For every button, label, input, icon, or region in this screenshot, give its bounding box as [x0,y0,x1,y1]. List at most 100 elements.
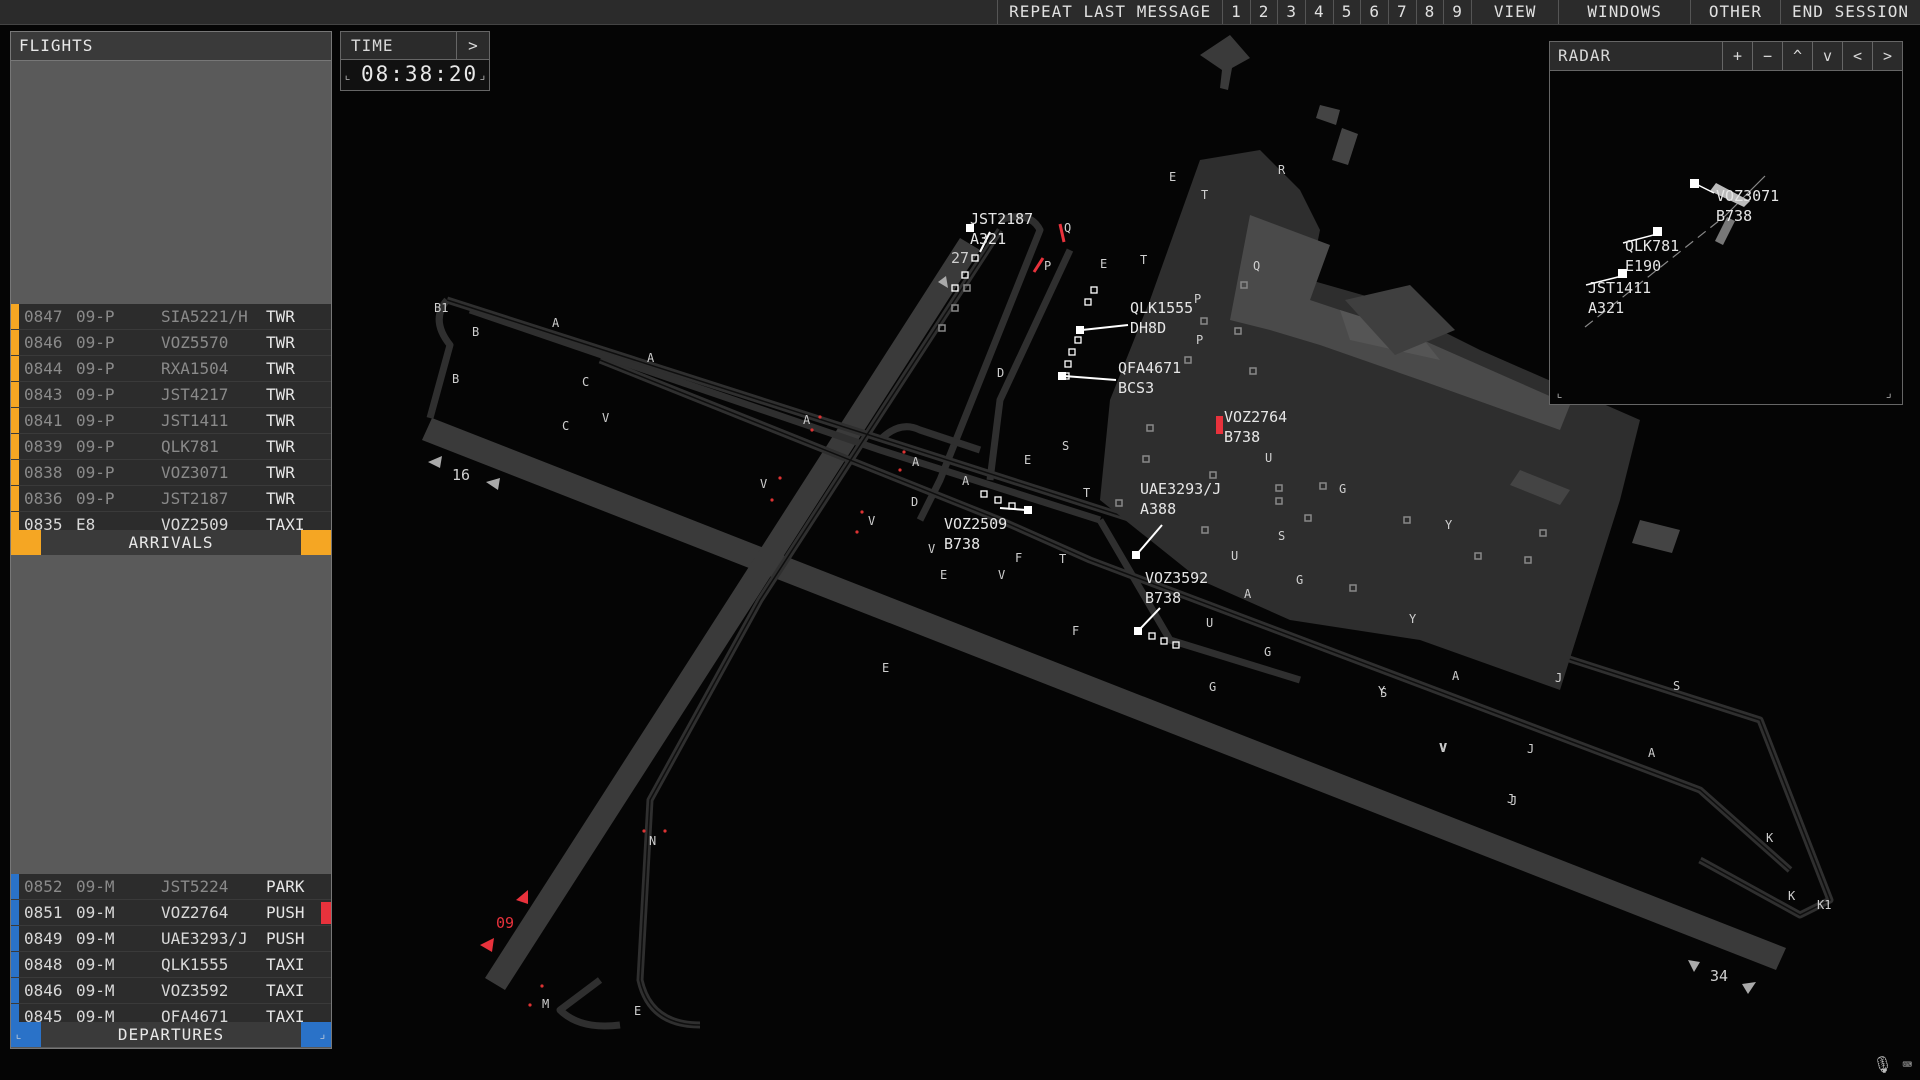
radar-track[interactable]: QLK781 E190 [1622,227,1679,275]
flight-runway: 09-P [76,437,115,456]
frequency-8-button[interactable]: 8 [1415,0,1444,24]
flight-strip-color-bar [11,900,19,925]
alert-flag [321,902,331,924]
taxiway-label: Y [1445,518,1453,532]
aircraft-symbol-icon[interactable] [1132,551,1140,559]
departures-header[interactable]: DEPARTURES ⌞ ⌟ [11,1022,331,1047]
alert-marker [1032,257,1045,273]
frequency-6-button[interactable]: 6 [1360,0,1388,24]
taxiway-label: B1 [434,301,448,315]
frequency-7-button[interactable]: 7 [1387,0,1416,24]
flight-runway: 09-P [76,489,115,508]
frequency-2-button[interactable]: 2 [1249,0,1278,24]
radar-target-icon[interactable] [1690,179,1699,188]
flight-strip-row[interactable]: 0841 09-P JST1411 TWR [11,408,331,434]
taxiway-label: V [602,411,609,425]
flight-time: 0851 [24,903,63,922]
flight-strip-color-bar [11,330,19,355]
resize-handle-icon[interactable]: ⌞ [15,1022,23,1047]
repeat-last-message-button[interactable]: REPEAT LAST MESSAGE [997,0,1222,24]
resize-handle-icon[interactable]: ⌞ [344,68,351,82]
flight-strip-row[interactable]: 0852 09-M JST5224 PARK [11,874,331,900]
flight-runway: 09-M [76,877,115,896]
radar-pan-right-button[interactable]: > [1872,42,1902,70]
aircraft-symbol-icon[interactable] [1058,372,1066,380]
microphone-icon[interactable]: 🎙 [1872,1055,1892,1074]
view-menu-button[interactable]: VIEW [1470,0,1559,24]
frequency-3-button[interactable]: 3 [1277,0,1305,24]
taxiway-label: A [647,351,655,365]
frequency-1-button[interactable]: 1 [1222,0,1250,24]
flight-strip-row[interactable]: 0849 09-M UAE3293/J PUSH [11,926,331,952]
flight-strip-row[interactable]: 0846 09-P VOZ5570 TWR [11,330,331,356]
runway-label: 34 [1710,967,1728,985]
radar-track[interactable]: VOZ3071 B738 [1690,179,1779,225]
flight-callsign: VOZ2764 [161,903,229,922]
flight-strip-color-bar [11,408,19,433]
flights-panel: FLIGHTS 0847 09-P SIA5221/H TWR 0846 09-P VOZ5… [10,31,332,1049]
frequency-5-button[interactable]: 5 [1332,0,1361,24]
radar-pan-up-button[interactable]: ^ [1782,42,1812,70]
other-menu-button[interactable]: OTHER [1689,0,1780,24]
taxiway-label: A [912,455,920,469]
flight-strip-row[interactable]: 0851 09-M VOZ2764 PUSH [11,900,331,926]
aircraft-type: A321 [970,230,1006,248]
radar-zoom-in-button[interactable]: + [1722,42,1752,70]
departures-list: 0852 09-M JST5224 PARK 0851 09-M VOZ2764 PUSH 08… [11,874,331,1030]
flight-status: TWR [266,411,295,430]
radar-pan-left-button[interactable]: < [1842,42,1872,70]
resize-handle-icon[interactable]: ⌟ [479,68,486,82]
aircraft-symbol-icon[interactable] [1216,416,1223,434]
radar-track[interactable]: JST1411 A321 [1585,269,1651,317]
end-session-button[interactable]: END SESSION [1780,0,1920,24]
arrivals-header[interactable]: ARRIVALS [11,530,331,555]
flight-strip-row[interactable]: 0838 09-P VOZ3071 TWR [11,460,331,486]
leader-line [999,507,1027,511]
time-panel: TIME > ⌞ 08:38:20 ⌟ [340,31,490,91]
radar-scope[interactable]: VOZ3071 B738 QLK781 E190 JST1411 A321 ⌞ ⌟ [1550,71,1902,403]
aircraft-callsign: VOZ3592 [1145,569,1208,587]
radar-target-icon[interactable] [1618,269,1627,278]
building [1332,128,1358,165]
frequency-4-button[interactable]: 4 [1305,0,1333,24]
windows-menu-button[interactable]: WINDOWS [1558,0,1689,24]
flight-strip-color-bar [11,874,19,899]
taxiway-label: A [1244,587,1252,601]
flight-strip-row[interactable]: 0846 09-M VOZ3592 TAXI [11,978,331,1004]
radar-callsign: JST1411 [1588,279,1651,297]
flight-strip-row[interactable]: 0848 09-M QLK1555 TAXI [11,952,331,978]
taxiway-label: R [1278,163,1286,177]
taxiway-label: K1 [1817,898,1831,912]
taxiway-label: G [1296,573,1303,587]
flight-strip-row[interactable]: 0844 09-P RXA1504 TWR [11,356,331,382]
aircraft-symbol-icon[interactable] [1024,506,1032,514]
flight-strip-row[interactable]: 0839 09-P QLK781 TWR [11,434,331,460]
resize-handle-icon[interactable]: ⌟ [319,1022,327,1047]
flight-strip-row[interactable]: 0836 09-P JST2187 TWR [11,486,331,512]
time-expand-button[interactable]: > [456,32,489,59]
radar-zoom-out-button[interactable]: − [1752,42,1782,70]
resize-handle-icon[interactable]: ⌟ [1885,386,1892,400]
resize-handle-icon[interactable]: ⌞ [1556,386,1563,400]
taxiway-label: D [997,366,1004,380]
track-history-dot [1148,632,1156,640]
radar-callsign: VOZ3071 [1716,187,1779,205]
taxiway-label: Q [1253,259,1260,273]
simulation-clock: 08:38:20 [361,62,479,86]
top-menu-bar: REPEAT LAST MESSAGE 1 2 3 4 5 6 7 8 9 VI… [0,0,1920,25]
flights-panel-title: FLIGHTS [11,32,331,61]
taxiway-label: V [998,568,1005,582]
flight-callsign: JST2187 [161,489,229,508]
keyboard-icon[interactable]: ⌨ [1902,1055,1912,1074]
aircraft-callsign: QFA4671 [1118,359,1181,377]
flight-strip-row[interactable]: 0843 09-P JST4217 TWR [11,382,331,408]
flight-time: 0841 [24,411,63,430]
flight-strip-color-bar [11,952,19,977]
aircraft-symbol-icon[interactable] [1076,326,1084,334]
radar-target-icon[interactable] [1653,227,1662,236]
flight-strip-row[interactable]: 0847 09-P SIA5221/H TWR [11,304,331,330]
flight-callsign: JST5224 [161,877,229,896]
radar-pan-down-button[interactable]: v [1812,42,1842,70]
frequency-9-button[interactable]: 9 [1443,0,1471,24]
aircraft-symbol-icon[interactable] [1134,627,1142,635]
